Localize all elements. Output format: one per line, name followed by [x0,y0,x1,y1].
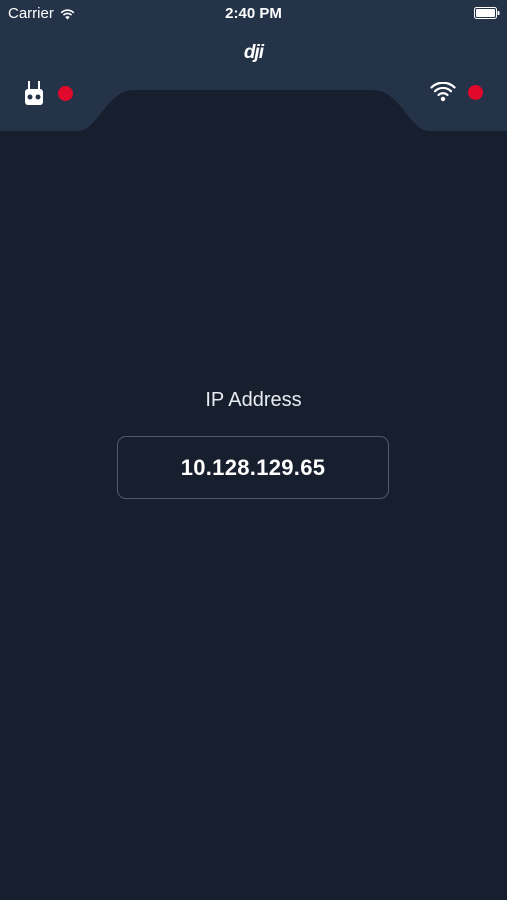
battery-icon [474,7,500,19]
wifi-icon [430,82,456,102]
dji-logo: dji [243,42,264,63]
remote-controller-icon [25,81,43,105]
ip-address-label: IP Address [205,389,302,411]
ip-address-field[interactable]: 10.128.129.65 [117,436,389,499]
status-time: 2:40 PM [225,5,282,22]
wifi-status-dot [468,84,483,100]
remote-controller-status-dot [58,85,73,101]
app-screen: Carrier 2:40 PM dji IP Address 10.128.12… [0,0,507,900]
wifi-status[interactable] [430,82,483,102]
status-bar: Carrier 2:40 PM [0,0,507,28]
remote-controller-status[interactable] [24,80,73,106]
